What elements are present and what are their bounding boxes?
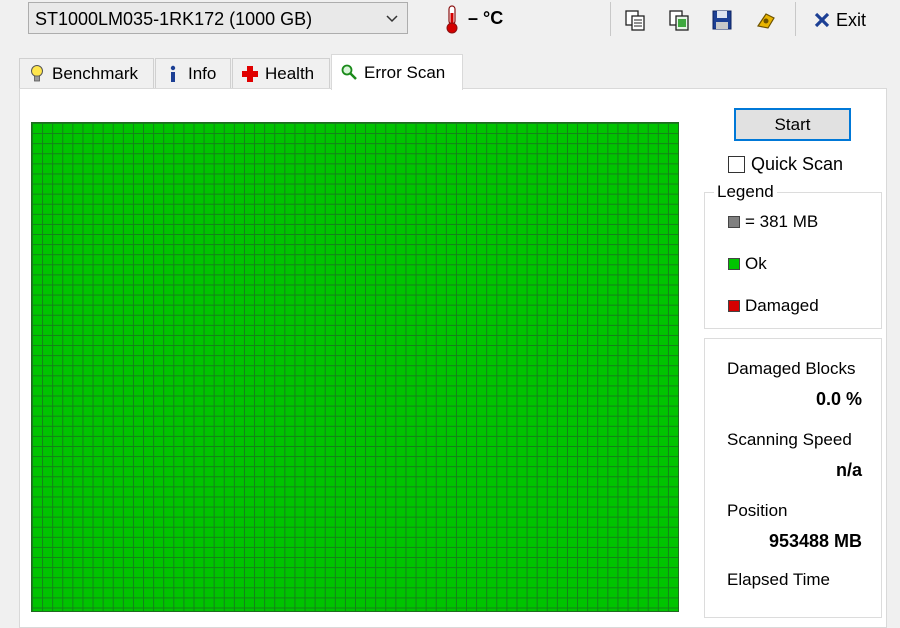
quick-scan-checkbox[interactable]: Quick Scan (728, 154, 843, 175)
tab-health[interactable]: Health (232, 58, 330, 88)
save-icon[interactable] (710, 8, 734, 32)
legend-damaged-text: Damaged (745, 296, 819, 315)
block-swatch (728, 216, 740, 228)
magnifier-icon (341, 64, 357, 80)
legend-block-size: = 381 MB (728, 212, 818, 232)
drive-select[interactable]: ST1000LM035-1RK172 (1000 GB) (28, 2, 408, 34)
tab-label: Error Scan (364, 62, 446, 82)
chevron-down-icon (386, 15, 398, 23)
close-icon (814, 12, 830, 28)
legend-damaged: Damaged (728, 296, 819, 316)
legend-block-size-text: = 381 MB (745, 212, 819, 231)
health-cross-icon (242, 65, 258, 82)
thermometer-icon (446, 5, 458, 34)
scanning-speed-value: n/a (835, 460, 862, 480)
legend-title: Legend (714, 182, 777, 202)
scanning-speed-label: Scanning Speed (727, 430, 852, 449)
checkbox-box[interactable] (728, 156, 745, 173)
start-button[interactable]: Start (734, 108, 851, 141)
bulb-icon (31, 64, 43, 81)
temperature-readout: – °C (468, 8, 504, 28)
damaged-blocks-value: 0.0 % (815, 389, 862, 409)
exit-label: Exit (836, 9, 867, 30)
damaged-swatch (728, 300, 740, 312)
exit-button[interactable]: Exit (812, 6, 866, 34)
tab-info[interactable]: Info (155, 58, 231, 88)
scan-block-map (31, 122, 679, 612)
copy-icon[interactable] (623, 8, 647, 32)
position-label: Position (727, 501, 788, 520)
damaged-blocks-label: Damaged Blocks (727, 359, 856, 378)
toolbar-divider (610, 2, 611, 36)
tab-label: Benchmark (52, 63, 138, 83)
tab-label: Info (188, 63, 217, 83)
elapsed-time-label: Elapsed Time (727, 570, 830, 589)
options-icon[interactable] (754, 8, 778, 32)
ok-swatch (728, 258, 740, 270)
info-icon (170, 65, 176, 82)
quick-scan-label: Quick Scan (751, 154, 844, 174)
legend-ok: Ok (728, 254, 767, 274)
tab-label: Health (265, 63, 315, 83)
legend-ok-text: Ok (745, 254, 767, 273)
position-value: 953488 MB (768, 531, 862, 551)
copy-screenshot-icon[interactable] (667, 8, 691, 32)
toolbar-divider (795, 2, 796, 36)
tab-benchmark[interactable]: Benchmark (19, 58, 154, 88)
tab-error-scan[interactable]: Error Scan (331, 54, 463, 90)
drive-select-value: ST1000LM035-1RK172 (1000 GB) (35, 9, 313, 29)
